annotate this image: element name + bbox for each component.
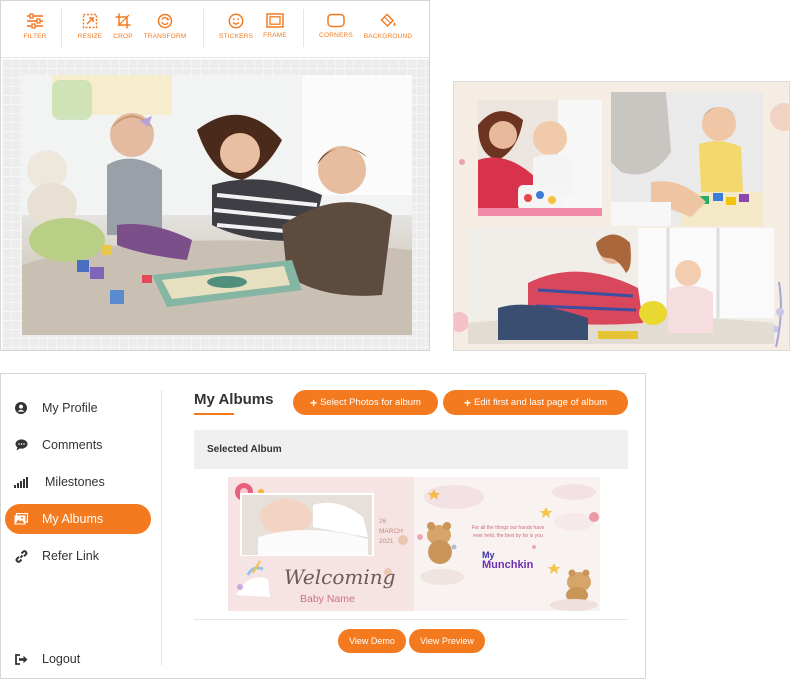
editing-photo[interactable] <box>22 75 412 335</box>
tool-frame-label: FRAME <box>263 32 287 39</box>
sidebar-divider <box>161 390 162 665</box>
logout-icon <box>14 652 28 666</box>
tool-filter-label: FILTER <box>23 33 47 40</box>
selected-album-header: Selected Album <box>194 430 628 469</box>
cover-date-year: 2021 <box>379 538 394 545</box>
album-cover-right-page[interactable]: For all the things our hands have ever h… <box>414 477 600 611</box>
cover-date-month: MARCH <box>379 528 403 535</box>
edit-pages-button[interactable]: + Edit first and last page of album <box>443 390 628 415</box>
plus-icon: + <box>463 395 471 410</box>
logout-label: Logout <box>42 652 81 666</box>
tool-corners-label: CORNERS <box>319 32 353 39</box>
logo-line-2: Munchkin <box>482 559 534 571</box>
cover-quote: For all the things our hands have ever h… <box>471 525 545 539</box>
smiley-icon <box>228 13 244 29</box>
tool-resize[interactable]: RESIZE <box>77 13 103 40</box>
toddler-blocks-photo <box>611 92 763 226</box>
select-photos-label: Select Photos for album <box>320 397 421 408</box>
tool-stickers-label: STICKERS <box>219 33 254 40</box>
view-demo-label: View Demo <box>349 636 395 646</box>
rounded-corners-icon <box>327 13 345 28</box>
album-footer-divider <box>194 619 628 620</box>
sidebar-item-refer-link[interactable]: Refer Link <box>5 541 151 571</box>
cover-baby-name: Baby Name <box>300 593 355 605</box>
comment-icon <box>14 438 28 452</box>
selected-album-label: Selected Album <box>207 444 282 455</box>
sidebar-item-label: My Profile <box>42 401 98 415</box>
tool-filter[interactable]: FILTER <box>23 13 47 40</box>
tool-crop-label: CROP <box>113 33 133 40</box>
my-munchkin-logo: My Munchkin <box>482 550 534 571</box>
sidebar-item-label: Milestones <box>45 475 105 489</box>
tool-background-label: BACKGROUND <box>363 33 413 40</box>
collage-photo-mother-ball[interactable] <box>468 228 774 344</box>
toolbar-divider <box>303 9 304 47</box>
edit-pages-label: Edit first and last page of album <box>473 397 608 408</box>
album-cover-left-page[interactable]: 26 MARCH 2021 Welcoming Baby Name <box>228 477 414 611</box>
resize-icon <box>82 13 98 29</box>
tool-resize-label: RESIZE <box>77 33 103 40</box>
view-preview-button[interactable]: View Preview <box>409 629 485 653</box>
toolbar-divider <box>61 9 62 47</box>
sliders-icon <box>27 13 43 29</box>
tool-background[interactable]: BACKGROUND <box>363 13 413 40</box>
mother-baby-photo <box>478 100 602 216</box>
sidebar-item-comments[interactable]: Comments <box>5 430 151 460</box>
family-reading-photo <box>22 75 412 335</box>
title-underline <box>194 413 234 415</box>
sidebar-item-my-profile[interactable]: My Profile <box>5 393 151 423</box>
paint-bucket-icon <box>379 13 395 28</box>
cover-welcome-text: Welcoming <box>284 565 396 589</box>
user-icon <box>14 401 28 415</box>
sidebar-item-label: Comments <box>42 438 103 452</box>
sidebar-item-my-albums[interactable]: My Albums <box>5 504 151 534</box>
tool-corners[interactable]: CORNERS <box>319 13 353 39</box>
mother-ball-photo <box>468 228 774 344</box>
cover-back-artwork <box>417 484 599 611</box>
tool-stickers[interactable]: STICKERS <box>219 13 253 40</box>
link-icon <box>14 549 28 563</box>
sidebar-item-label: Refer Link <box>42 549 99 563</box>
collage-photo-toddler-blocks[interactable] <box>611 92 763 226</box>
toolbar-divider <box>203 9 204 47</box>
collage-photo-mother-baby[interactable] <box>478 100 602 216</box>
photo-collage <box>453 81 790 351</box>
view-demo-button[interactable]: View Demo <box>338 629 406 653</box>
plus-icon: + <box>310 395 318 410</box>
crop-icon <box>115 13 131 29</box>
rotate-icon <box>157 13 173 29</box>
tool-frame[interactable]: FRAME <box>261 13 289 39</box>
tool-transform[interactable]: TRANSFORM <box>143 13 187 40</box>
frame-icon <box>266 13 284 28</box>
sidebar-item-milestones[interactable]: Milestones <box>5 467 151 497</box>
tool-transform-label: TRANSFORM <box>143 33 187 40</box>
albums-dashboard: My Profile Comments Milestones My Albums… <box>0 373 646 679</box>
tool-crop[interactable]: CROP <box>111 13 135 40</box>
view-preview-label: View Preview <box>420 636 474 646</box>
page-title: My Albums <box>194 391 274 408</box>
cover-date-day: 26 <box>379 518 387 525</box>
editor-toolbar: FILTER RESIZE CROP TRANSFORM STICKERS FR… <box>1 1 429 58</box>
album-icon <box>14 512 28 526</box>
logout-button[interactable]: Logout <box>5 644 151 674</box>
signal-bars-icon <box>14 475 28 489</box>
sidebar-item-label: My Albums <box>42 512 104 526</box>
select-photos-button[interactable]: + Select Photos for album <box>293 390 438 415</box>
